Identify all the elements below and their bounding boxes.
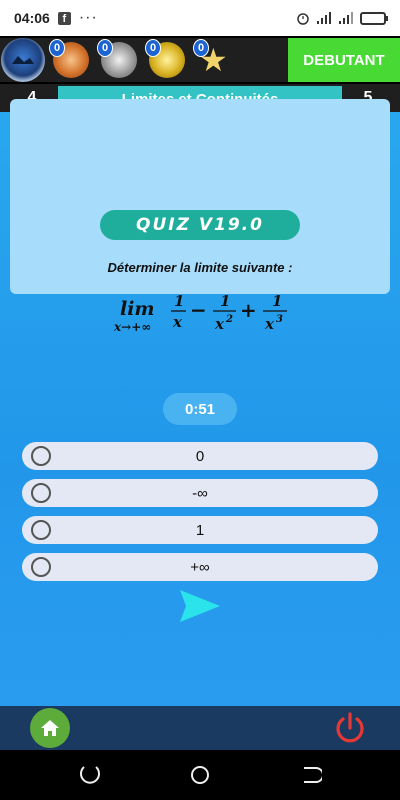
- send-answer-icon[interactable]: [178, 588, 222, 624]
- formula-den2: x: [214, 315, 225, 333]
- countdown-timer: 0:51: [163, 393, 237, 425]
- star-medal: ★ 0: [193, 38, 237, 82]
- signal-icon: [317, 12, 331, 24]
- status-time: 04:06: [14, 10, 50, 26]
- app-logo-icon: [1, 38, 45, 82]
- more-dots-icon: ···: [78, 9, 98, 26]
- system-nav-bar: [0, 750, 400, 800]
- question-text: Déterminer la limite suivante :: [107, 260, 293, 275]
- status-bar: 04:06 f ···: [0, 0, 400, 36]
- radio-button[interactable]: [31, 446, 51, 466]
- radio-button[interactable]: [31, 557, 51, 577]
- bronze-medal-count: 0: [49, 39, 65, 57]
- answer-label: 1: [195, 521, 205, 539]
- home-nav-icon[interactable]: [188, 763, 212, 787]
- answer-label: +∞: [190, 558, 210, 576]
- formula-op1: −: [190, 298, 207, 322]
- silver-medal: 0: [97, 38, 141, 82]
- bronze-medal: 0: [49, 38, 93, 82]
- silver-medal-count: 0: [97, 39, 113, 57]
- gold-medal-count: 0: [145, 39, 161, 57]
- home-button[interactable]: [30, 708, 70, 748]
- recent-apps-icon[interactable]: [78, 763, 102, 787]
- status-icons: [296, 11, 388, 25]
- answer-label: -∞: [192, 484, 208, 502]
- alarm-icon: [297, 13, 309, 25]
- formula-exp3: 3: [276, 314, 283, 325]
- answer-label: 0: [195, 447, 205, 465]
- formula-num3: 1: [272, 292, 282, 310]
- answer-option-3[interactable]: 1: [22, 516, 378, 544]
- formula-lim: lim: [120, 298, 155, 320]
- star-count: 0: [193, 39, 209, 57]
- quiz-version-badge: QUIZ V19.0: [100, 210, 300, 240]
- radio-button[interactable]: [31, 483, 51, 503]
- radio-button[interactable]: [31, 520, 51, 540]
- formula-den1: x: [172, 313, 183, 331]
- answer-option-2[interactable]: -∞: [22, 479, 378, 507]
- gold-medal: 0: [145, 38, 189, 82]
- limit-formula: lim x→+∞ 1 x − 1 x 2 + 1 x 3: [113, 292, 287, 334]
- level-button[interactable]: DEBUTANT: [288, 38, 400, 82]
- home-icon: [41, 720, 59, 736]
- back-icon[interactable]: [298, 763, 322, 787]
- facebook-icon: f: [57, 11, 71, 25]
- power-icon[interactable]: [332, 710, 368, 746]
- battery-icon: [360, 11, 388, 25]
- formula-den3: x: [264, 315, 275, 333]
- formula-num2: 1: [220, 292, 230, 310]
- formula-num1: 1: [174, 292, 184, 310]
- answer-option-4[interactable]: +∞: [22, 553, 378, 581]
- formula-op2: +: [240, 298, 257, 322]
- score-header: 0 0 0 ★ 0 DEBUTANT: [0, 38, 400, 82]
- formula-exp2: 2: [225, 314, 233, 325]
- signal-icon-2: [339, 12, 353, 24]
- formula-subscript: x→+∞: [113, 320, 151, 334]
- answer-option-1[interactable]: 0: [22, 442, 378, 470]
